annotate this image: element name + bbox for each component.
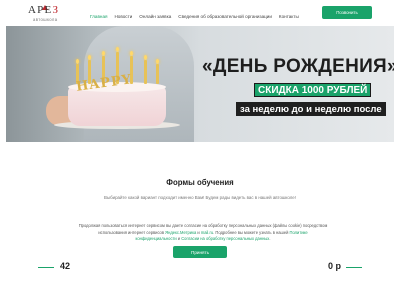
call-button[interactable]: Позвонить	[322, 6, 372, 19]
main-nav: Главная Новости Онлайн заявка Сведения о…	[90, 12, 299, 20]
cookie-text-part: . Подробнее вы можете узнать в нашей	[213, 229, 290, 235]
price-right: 0 р	[328, 261, 342, 271]
cookie-notice-text: Продолжая пользоваться интернет сервисом…	[78, 223, 328, 243]
section-title: Формы обучения	[166, 178, 234, 187]
hero-discount-badge: СКИДКА 1000 РУБЛЕЙ	[254, 83, 372, 97]
nav-item-news[interactable]: Новости	[114, 14, 132, 19]
hero-banner[interactable]: HAPPY «ДЕНЬ РОЖДЕНИЯ» СКИДКА 1000 РУБЛЕЙ…	[6, 26, 394, 142]
flame-icon	[88, 55, 91, 60]
cookie-text-part: .	[269, 236, 271, 242]
flame-icon	[102, 51, 105, 56]
site-header: АРЕЗ автошкола Главная Новости Онлайн за…	[0, 0, 400, 26]
mailru-link[interactable]: mail.ru	[201, 230, 213, 235]
candle-icon	[156, 64, 159, 84]
flame-icon	[130, 51, 133, 56]
hero-subtitle: за неделю до и неделю после	[236, 102, 386, 116]
nav-item-contacts[interactable]: Контакты	[279, 14, 299, 19]
personal-data-consent-link[interactable]: Согласии на обработку персональных данны…	[181, 236, 269, 241]
hero-title: «ДЕНЬ РОЖДЕНИЯ»	[202, 56, 394, 77]
accept-cookies-button[interactable]: Принять	[173, 246, 227, 258]
price-left: 42	[60, 261, 71, 271]
flame-icon	[156, 59, 159, 64]
yandex-metrika-link[interactable]: Яндекс.Метрика	[165, 230, 196, 235]
nav-item-home[interactable]: Главная	[90, 14, 107, 19]
flame-icon	[144, 55, 147, 60]
logo-text: АРЕЗ	[28, 4, 60, 16]
candle-icon	[144, 60, 147, 84]
nav-item-organization-info[interactable]: Сведения об образовательной организации	[178, 14, 272, 19]
nav-item-online-application[interactable]: Онлайн заявка	[139, 14, 171, 19]
flame-icon	[76, 59, 79, 64]
section-subtitle: Выбирайте какой вариант подходит именно …	[104, 195, 296, 200]
decorative-line	[38, 267, 54, 268]
flame-icon	[116, 47, 119, 52]
logo[interactable]: АРЕЗ автошкола	[28, 4, 80, 24]
logo-subtitle: автошкола	[33, 17, 58, 22]
decorative-line	[346, 267, 362, 268]
